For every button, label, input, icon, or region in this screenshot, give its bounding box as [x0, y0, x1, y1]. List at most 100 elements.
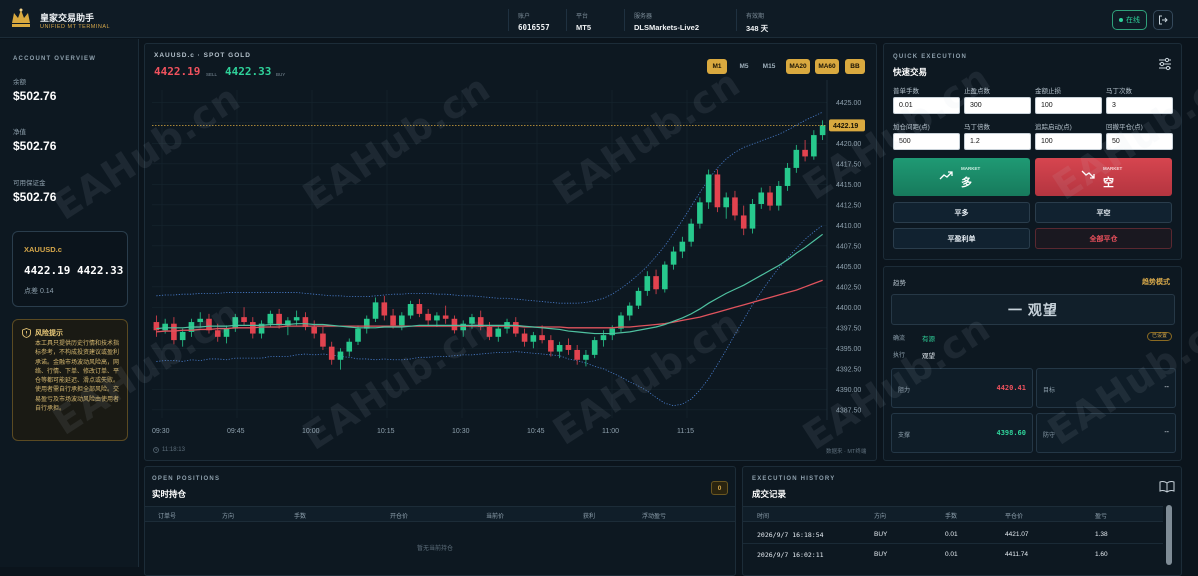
chart-footer-source: 数据来 · MT终端: [826, 449, 867, 455]
positions-title-cn: 实时持仓: [152, 489, 187, 499]
target-value: --: [1164, 384, 1169, 391]
add-spacing-label: 加仓间距(点): [893, 124, 930, 131]
stop-value: --: [1164, 429, 1169, 436]
candle-body: [451, 318, 458, 331]
candle-body: [320, 333, 326, 347]
candle-body: [697, 202, 703, 224]
trailing-start-label: 追踪启动(点): [1035, 124, 1072, 131]
close-profit-button[interactable]: 平盈利单: [893, 228, 1030, 249]
filter-badge: 已设置: [1147, 332, 1173, 341]
symbol-spread: 点差 0.14: [24, 288, 54, 295]
y-tick-label: 4402.50: [836, 284, 861, 291]
free-margin-value: $502.76: [13, 190, 57, 204]
x-tick-label: 11:00: [602, 428, 619, 435]
ask-tag: BUY: [276, 72, 286, 77]
ma60-toggle-button[interactable]: MA60: [815, 59, 839, 74]
current-price-tag-label: 4422.19: [833, 123, 858, 130]
y-tick-label: 4415.00: [836, 182, 861, 189]
positions-col-lots: 手数: [294, 514, 307, 520]
trend-label: 趋势: [893, 280, 906, 287]
ma20-toggle-button[interactable]: MA20: [786, 59, 810, 74]
positions-col-open-price: 开仓价: [390, 514, 409, 520]
bb-toggle-button[interactable]: BB: [845, 59, 865, 74]
history-lots: 0.01: [945, 531, 958, 538]
market-sell-label: 空: [1103, 177, 1114, 189]
online-label: 在线: [1126, 17, 1140, 24]
lot-size-input[interactable]: 0.01: [893, 97, 960, 114]
candle-body: [486, 326, 493, 337]
history-direction: BUY: [874, 531, 888, 538]
history-scrollbar[interactable]: [1166, 505, 1172, 565]
candle-body: [355, 328, 361, 342]
history-price: 4411.74: [1005, 551, 1029, 558]
y-tick-label: 4405.00: [836, 264, 861, 271]
platform-value: MT5: [576, 23, 591, 32]
bid-tag: SELL: [206, 72, 218, 77]
take-profit-input[interactable]: 300: [964, 97, 1031, 114]
chart-footer-time-value: 11:18:13: [162, 447, 185, 453]
market-sell-button[interactable]: MARKET 空: [1035, 158, 1172, 196]
ma20-line: [156, 233, 823, 335]
online-status-button[interactable]: 在线: [1112, 10, 1147, 30]
candle-body: [583, 354, 589, 360]
y-tick-label: 4412.50: [836, 202, 861, 209]
timeframe-m15-button[interactable]: M15: [758, 59, 780, 74]
candle-body: [381, 302, 388, 316]
y-tick-label: 4420.00: [836, 141, 861, 148]
positions-count-badge: 0: [711, 481, 728, 495]
candle-body: [425, 313, 431, 321]
close-all-button[interactable]: 全部平仓: [1035, 228, 1172, 249]
candle-body: [521, 333, 528, 342]
candle-body: [302, 317, 309, 327]
candle-body: [653, 276, 659, 290]
candlestick-chart[interactable]: 4425.004422.504420.004417.504415.004412.…: [144, 80, 877, 460]
balance-label: 余额: [13, 79, 26, 86]
stop-box: 防守 --: [1036, 413, 1176, 453]
logout-button[interactable]: [1153, 10, 1173, 30]
settings-sliders-icon[interactable]: [1158, 57, 1172, 71]
history-col-close-price: 平仓价: [1005, 514, 1024, 520]
candle-body: [311, 326, 317, 334]
equity-label: 净值: [13, 129, 26, 136]
validity-info: 有效期 348 天: [746, 11, 768, 34]
candle-body: [732, 197, 738, 216]
candle-body: [819, 125, 826, 136]
symbol-card[interactable]: XAUUSD.c 4422.19 4422.33 点差 0.14: [12, 231, 128, 307]
timeframe-m5-button[interactable]: M5: [734, 59, 754, 74]
martingale-count-input[interactable]: 3: [1106, 97, 1173, 114]
header-divider: [736, 9, 737, 31]
candle-body: [469, 317, 475, 324]
support-value: 4398.60: [996, 429, 1026, 437]
market-buy-button[interactable]: MARKET 多: [893, 158, 1030, 196]
server-info: 服务器 DLSMarkets-Live2: [634, 11, 699, 32]
y-tick-label: 4407.50: [836, 243, 861, 250]
stop-loss-amount-input[interactable]: 100: [1035, 97, 1102, 114]
candle-body: [784, 167, 791, 186]
app-subtitle: UNIFIED MT TERMINAL: [40, 24, 111, 30]
close-short-button[interactable]: 平空: [1035, 202, 1172, 223]
candle-body: [276, 313, 282, 326]
header-divider: [624, 9, 625, 31]
candle-body: [171, 323, 177, 341]
target-box: 目标 --: [1036, 368, 1176, 408]
history-pl: 1.38: [1095, 531, 1108, 538]
close-long-button[interactable]: 平多: [893, 202, 1030, 223]
trailing-start-input[interactable]: 100: [1035, 133, 1102, 150]
timeframe-m1-button[interactable]: M1: [707, 59, 727, 74]
candle-body: [407, 304, 414, 316]
exec-label: 执行: [893, 353, 906, 359]
add-spacing-input[interactable]: 500: [893, 133, 960, 150]
stop-label: 防守: [1043, 433, 1056, 439]
lot-size-label: 普单手数: [893, 88, 919, 95]
book-icon[interactable]: [1159, 480, 1175, 493]
account-label: 账户: [518, 14, 531, 20]
martingale-multiplier-input[interactable]: 1.2: [964, 133, 1031, 150]
chart-footer-time: 11:18:13: [153, 447, 185, 453]
history-time: 2026/9/7 16:02:11: [757, 551, 824, 559]
retrace-close-input[interactable]: 50: [1106, 133, 1173, 150]
trend-up-icon: [939, 171, 953, 180]
history-title-cn: 成交记录: [752, 489, 787, 499]
candle-body: [214, 330, 221, 337]
risk-warning-card: 风险提示 本工具只提供历史行情和技术指标参考，不构成投资建议或盈利承诺。金融市场…: [12, 319, 128, 441]
quick-exec-subtitle: 快速交易: [893, 67, 928, 77]
